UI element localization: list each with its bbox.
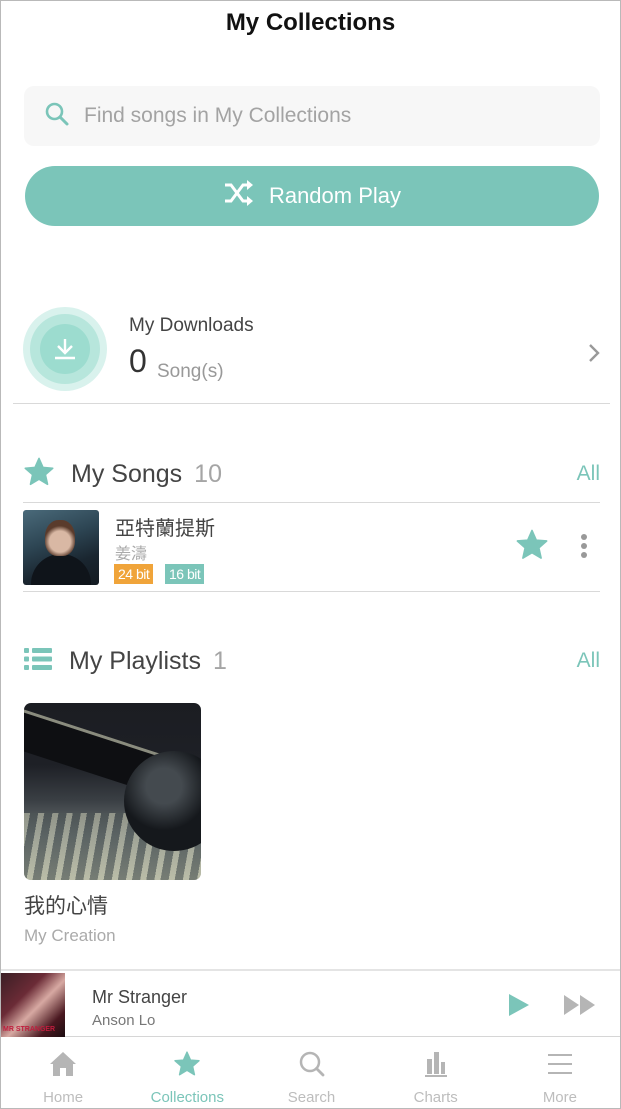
menu-icon: [545, 1050, 575, 1083]
playlist-subtitle: My Creation: [24, 926, 116, 945]
song-row[interactable]: 亞特蘭提斯 姜濤 24 bit 16 bit: [23, 508, 600, 586]
downloads-title: My Downloads: [129, 315, 254, 336]
tab-label: Collections: [150, 1089, 224, 1106]
badge-24bit: 24 bit: [114, 564, 154, 584]
playlist-card[interactable]: 我的心情 My Creation: [24, 703, 201, 946]
search-icon: [44, 101, 70, 132]
tab-label: More: [542, 1089, 577, 1106]
tab-label: Charts: [413, 1089, 458, 1106]
song-title: 亞特蘭提斯: [115, 516, 215, 540]
tab-collections[interactable]: Collections: [125, 1038, 249, 1108]
search-input[interactable]: [84, 104, 564, 128]
playlist-name: 我的心情: [24, 894, 108, 918]
search-bar[interactable]: [24, 86, 600, 146]
app-screen: My Collections Random Play My Downloads …: [0, 0, 621, 1109]
tab-more[interactable]: More: [498, 1038, 620, 1108]
now-playing-bar[interactable]: MR STRANGER Mr Stranger Anson Lo: [1, 969, 620, 1037]
tab-label: Search: [287, 1089, 336, 1106]
downloads-count: 0: [129, 343, 147, 379]
downloads-unit: Song(s): [157, 361, 224, 382]
more-options-icon[interactable]: [578, 534, 590, 561]
download-icon: [23, 307, 107, 391]
my-playlists-all-link[interactable]: All: [577, 649, 600, 673]
my-songs-title: My Songs: [71, 459, 183, 488]
divider: [23, 591, 600, 592]
song-artwork: [23, 510, 99, 585]
my-songs-count: 10: [194, 459, 222, 488]
now-playing-title: Mr Stranger: [92, 987, 188, 1007]
favorite-star-icon[interactable]: [515, 528, 549, 567]
page-title: My Collections: [225, 9, 396, 36]
my-songs-header: My Songs 10 All: [23, 454, 600, 494]
tab-label: Home: [43, 1089, 84, 1106]
my-playlists-count: 1: [212, 646, 227, 675]
playlist-artwork: [24, 703, 201, 880]
random-play-button[interactable]: Random Play: [25, 166, 599, 226]
star-icon: [23, 456, 55, 493]
search-icon: [297, 1050, 327, 1083]
random-play-label: Random Play: [268, 183, 402, 208]
chevron-right-icon: [588, 343, 600, 368]
now-playing-artist: Anson Lo: [92, 1012, 156, 1029]
my-playlists-title: My Playlists: [69, 646, 201, 675]
shuffle-icon: [223, 179, 269, 213]
tab-bar: Home Collections Search Charts More: [1, 1038, 620, 1108]
bar-chart-icon: [421, 1050, 451, 1083]
my-downloads-row[interactable]: My Downloads 0 Song(s): [13, 301, 610, 404]
divider: [23, 502, 600, 503]
tab-charts[interactable]: Charts: [374, 1038, 498, 1108]
list-icon: [23, 646, 53, 677]
fast-forward-icon[interactable]: [563, 992, 597, 1023]
star-icon: [172, 1050, 202, 1083]
tab-home[interactable]: Home: [1, 1038, 125, 1108]
my-songs-all-link[interactable]: All: [577, 462, 600, 486]
tab-search[interactable]: Search: [249, 1038, 373, 1108]
my-playlists-header: My Playlists 1 All: [23, 641, 600, 681]
home-icon: [48, 1050, 78, 1083]
play-icon[interactable]: [507, 992, 531, 1023]
now-playing-artwork: MR STRANGER: [1, 973, 65, 1037]
song-artist: 姜濤: [115, 544, 148, 563]
badge-16bit: 16 bit: [165, 564, 205, 584]
